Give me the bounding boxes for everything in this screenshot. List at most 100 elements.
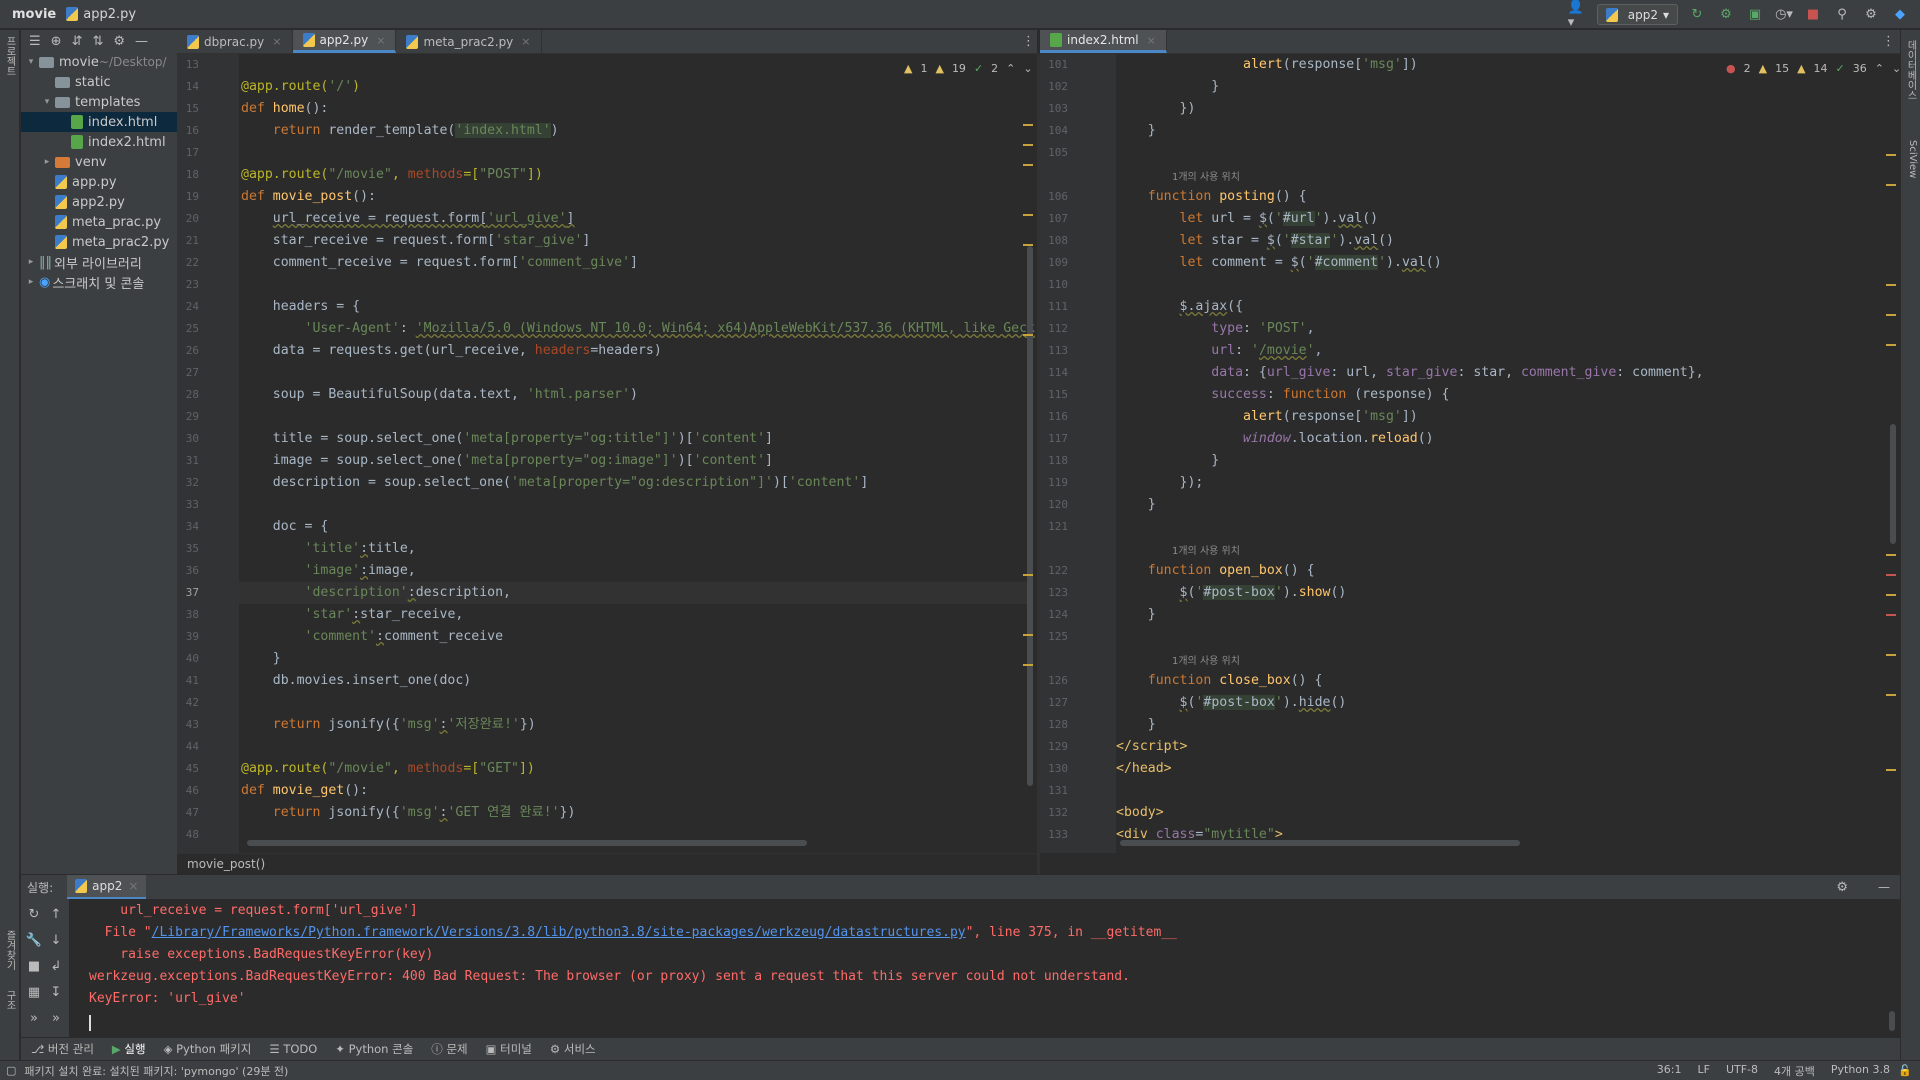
- stop-icon[interactable]: ■: [25, 959, 43, 977]
- status-panel-icon[interactable]: ▢: [6, 1064, 16, 1077]
- error-stripe-mark[interactable]: [1023, 634, 1033, 636]
- jetbrains-logo-icon[interactable]: ◆: [1890, 5, 1910, 25]
- inspection-widget-right[interactable]: ● 2 ▲ 15 ▲ 14 ✓ 36 ⌃ ⌄: [1726, 62, 1900, 75]
- run-console[interactable]: url_receive = request.form['url_give'] F…: [69, 899, 1900, 1037]
- more-icon[interactable]: »: [25, 1011, 43, 1029]
- error-stripe-mark[interactable]: [1886, 654, 1896, 656]
- html-editor[interactable]: ● 2 ▲ 15 ▲ 14 ✓ 36 ⌃ ⌄ 101 alert(response['m…: [1040, 54, 1900, 853]
- close-icon[interactable]: ×: [128, 879, 138, 893]
- tree-item[interactable]: ▾ templates: [21, 92, 177, 112]
- locate-file-icon[interactable]: ⊕: [51, 34, 62, 49]
- next-highlight-icon[interactable]: ⌄: [1892, 62, 1900, 75]
- rerun-icon[interactable]: ↻: [25, 907, 43, 925]
- project-tool-tab[interactable]: 프로젝트: [3, 36, 17, 76]
- status-message[interactable]: 패키지 설치 완료: 설치된 패키지: 'pymongo' (29분 전): [24, 1063, 288, 1079]
- right-editor-horizontal-scrollbar[interactable]: [1120, 840, 1520, 846]
- wrench-icon[interactable]: 🔧: [25, 933, 43, 951]
- chevron-right-icon[interactable]: ▸: [25, 277, 37, 287]
- editor-horizontal-scrollbar[interactable]: [247, 840, 807, 846]
- chevron-down-icon[interactable]: ▾: [25, 57, 37, 67]
- error-stripe-mark[interactable]: [1023, 144, 1033, 146]
- tree-item[interactable]: static: [21, 72, 177, 92]
- bottom-tab[interactable]: ☰ TODO: [269, 1042, 317, 1056]
- hide-panel-icon[interactable]: —: [1878, 880, 1890, 894]
- error-stripe-mark[interactable]: [1886, 694, 1896, 696]
- tree-item[interactable]: ▾ movie ~/Desktop/: [21, 52, 177, 72]
- bottom-tab[interactable]: ✦ Python 콘솔: [335, 1041, 413, 1057]
- error-stripe-mark[interactable]: [1886, 594, 1896, 596]
- error-stripe-mark[interactable]: [1023, 574, 1033, 576]
- scroll-up-icon[interactable]: ↑: [47, 907, 65, 925]
- error-stripe-mark[interactable]: [1886, 154, 1896, 156]
- profile-icon[interactable]: ◷▾: [1774, 5, 1794, 25]
- chevron-right-icon[interactable]: ▸: [25, 257, 37, 267]
- bottom-tab[interactable]: ⚙ 서비스: [550, 1041, 596, 1057]
- bottom-tab[interactable]: ⎇ 버전 관리: [31, 1041, 94, 1057]
- error-stripe-mark[interactable]: [1886, 554, 1896, 556]
- tree-item[interactable]: index.html: [21, 112, 177, 132]
- editor-tab[interactable]: dbprac.py ×: [177, 30, 293, 53]
- right-editor-vertical-scrollbar[interactable]: [1890, 424, 1896, 544]
- scroll-down-icon[interactable]: ↓: [47, 933, 65, 951]
- coverage-icon[interactable]: ▣: [1745, 5, 1765, 25]
- error-stripe-mark[interactable]: [1023, 214, 1033, 216]
- expand-all-icon[interactable]: ⇵: [72, 34, 83, 49]
- editor-tab[interactable]: app2.py ×: [292, 30, 397, 53]
- error-stripe-mark[interactable]: [1886, 769, 1896, 771]
- usage-hint[interactable]: 1개의 사용 위치: [1172, 542, 1240, 557]
- console-scrollbar[interactable]: [1889, 1011, 1895, 1031]
- tree-item[interactable]: app2.py: [21, 192, 177, 212]
- indent-setting[interactable]: 4개 공백: [1774, 1063, 1815, 1079]
- structure-tool-tab[interactable]: 구조: [3, 990, 17, 1010]
- tree-item[interactable]: meta_prac2.py: [21, 232, 177, 252]
- more-actions-icon[interactable]: »: [47, 1011, 65, 1029]
- error-stripe-mark[interactable]: [1023, 334, 1033, 336]
- error-stripe-mark[interactable]: [1886, 614, 1896, 616]
- hide-icon[interactable]: —: [135, 34, 148, 49]
- bottom-tab[interactable]: ◈ Python 패키지: [164, 1041, 252, 1057]
- bookmarks-tool-tab[interactable]: 즐겨찾기: [3, 930, 17, 970]
- tree-item[interactable]: ▸ ‖‖ 외부 라이브러리: [21, 252, 177, 272]
- editor-breadcrumb[interactable]: movie_post(): [177, 853, 1037, 873]
- rerun-icon[interactable]: ↻: [1687, 5, 1707, 25]
- editor-tab[interactable]: meta_prac2.py ×: [396, 30, 542, 53]
- run-tab-app2[interactable]: app2 ×: [67, 874, 147, 900]
- editor-vertical-scrollbar[interactable]: [1027, 246, 1033, 786]
- sciview-tool-tab[interactable]: SciView: [1904, 140, 1918, 178]
- prev-highlight-icon[interactable]: ⌃: [1875, 62, 1884, 75]
- inspection-widget[interactable]: ▲ 1 ▲ 19 ✓ 2 ⌃ ⌄: [904, 62, 1033, 75]
- user-icon[interactable]: 👤▾: [1568, 0, 1588, 30]
- chevron-down-icon[interactable]: ▾: [41, 97, 53, 107]
- error-stripe-mark[interactable]: [1023, 244, 1033, 246]
- chevron-right-icon[interactable]: ▸: [41, 157, 53, 167]
- search-icon[interactable]: ⚲: [1832, 5, 1852, 25]
- line-separator[interactable]: LF: [1697, 1063, 1709, 1079]
- error-stripe-mark[interactable]: [1886, 574, 1896, 576]
- python-interpreter[interactable]: Python 3.8: [1831, 1063, 1890, 1079]
- run-config-select[interactable]: app2 ▾: [1596, 4, 1678, 25]
- tree-item[interactable]: index2.html: [21, 132, 177, 152]
- gear-icon[interactable]: ⚙: [113, 34, 125, 49]
- breadcrumb-project[interactable]: movie: [12, 7, 56, 22]
- database-tool-tab[interactable]: 데이터베이스: [1904, 40, 1918, 100]
- lock-icon[interactable]: 🔓: [1898, 1064, 1912, 1077]
- bottom-tab[interactable]: ▣ 터미널: [486, 1041, 532, 1057]
- file-encoding[interactable]: UTF-8: [1726, 1063, 1758, 1079]
- bottom-tab[interactable]: ⓘ 문제: [431, 1041, 467, 1057]
- close-icon[interactable]: ×: [1147, 34, 1156, 47]
- editor-tab[interactable]: index2.html ×: [1040, 30, 1167, 53]
- soft-wrap-icon[interactable]: ↲: [47, 959, 65, 977]
- tree-item[interactable]: meta_prac.py: [21, 212, 177, 232]
- error-stripe-mark[interactable]: [1886, 344, 1896, 346]
- tree-item[interactable]: app.py: [21, 172, 177, 192]
- editor-splitter[interactable]: [1037, 54, 1040, 874]
- error-stripe-mark[interactable]: [1886, 284, 1896, 286]
- traceback-file-link[interactable]: /Library/Frameworks/Python.framework/Ver…: [152, 925, 966, 940]
- error-stripe-mark[interactable]: [1886, 184, 1896, 186]
- stop-icon[interactable]: ■: [1803, 5, 1823, 25]
- bottom-tab[interactable]: ▶ 실행: [112, 1041, 146, 1057]
- error-stripe-mark[interactable]: [1023, 664, 1033, 666]
- usage-hint[interactable]: 1개의 사용 위치: [1172, 168, 1240, 183]
- run-settings-gear-icon[interactable]: ⚙: [1836, 880, 1848, 895]
- close-icon[interactable]: ×: [521, 35, 530, 48]
